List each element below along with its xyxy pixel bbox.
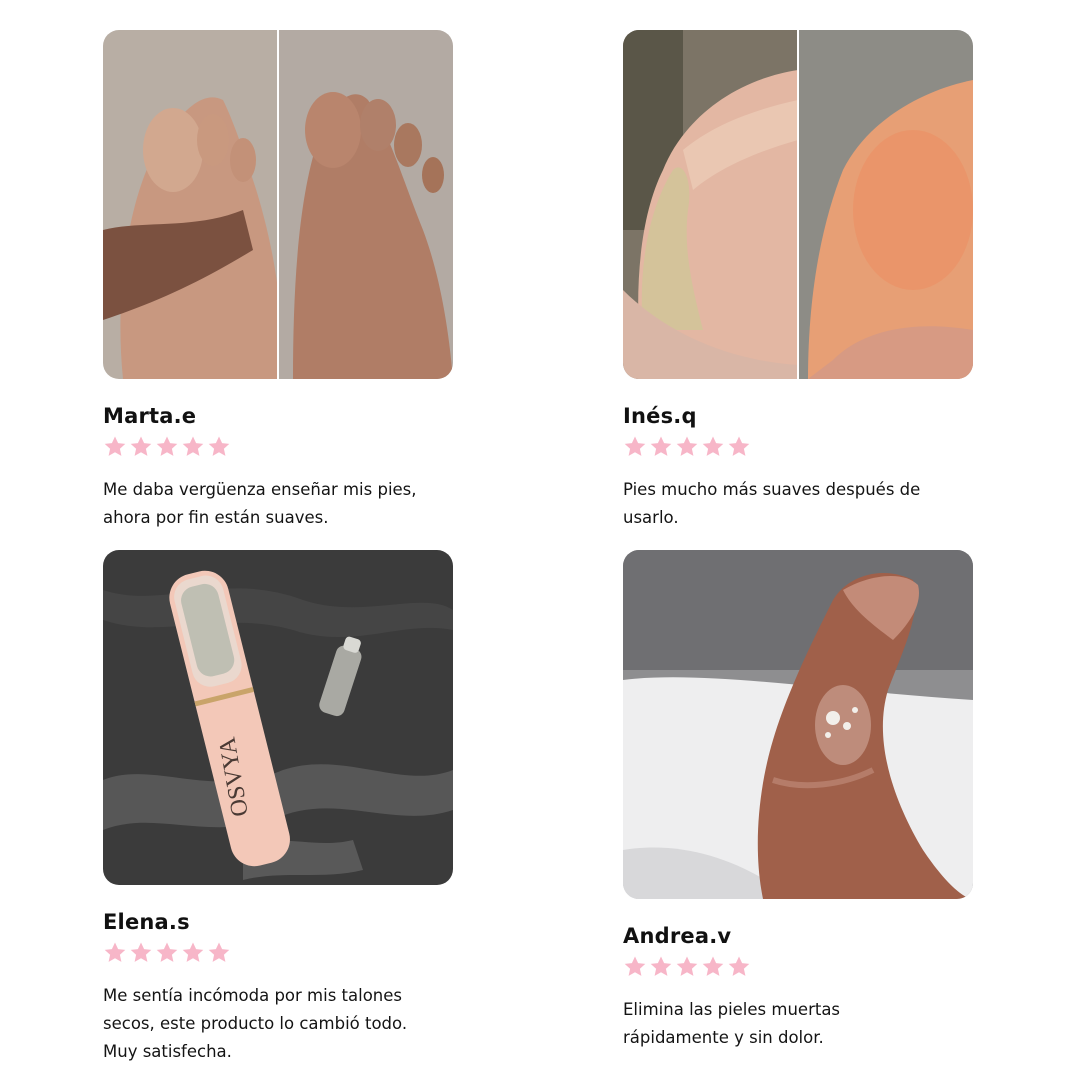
star-icon — [650, 956, 672, 976]
star-icon — [182, 942, 204, 962]
star-icon — [728, 436, 750, 456]
star-rating — [623, 435, 751, 459]
star-icon — [624, 956, 646, 976]
before-after-heel-photo — [623, 30, 973, 379]
reviewer-name: Andrea.v — [623, 924, 732, 948]
review-text: Me sentía incómoda por mis talones secos… — [103, 986, 408, 1061]
review-card: Andrea.v Elimina las pieles muertas rápi… — [623, 550, 973, 1070]
star-rating — [623, 955, 751, 979]
star-icon — [702, 436, 724, 456]
star-icon — [104, 942, 126, 962]
reviewer-name: Elena.s — [103, 910, 190, 934]
star-icon — [182, 436, 204, 456]
before-after-toes-photo — [103, 30, 453, 379]
star-icon — [728, 956, 750, 976]
star-icon — [676, 956, 698, 976]
star-icon — [156, 436, 178, 456]
review-text: Pies mucho más suaves después de usarlo. — [623, 480, 921, 527]
star-rating — [103, 941, 231, 965]
review-card: Inés.q Pies mucho más suaves después de … — [623, 30, 973, 550]
reviewer-name: Inés.q — [623, 404, 697, 428]
review-text: Elimina las pieles muertas rápidamente y… — [623, 1000, 841, 1047]
star-icon — [624, 436, 646, 456]
star-icon — [156, 942, 178, 962]
review-card: OSVYA Elena.s Me sentía incómoda por mis… — [103, 550, 453, 1070]
star-icon — [208, 942, 230, 962]
star-icon — [650, 436, 672, 456]
review-card: Marta.e Me daba vergüenza enseñar mis pi… — [103, 30, 453, 550]
star-icon — [208, 436, 230, 456]
star-icon — [702, 956, 724, 976]
star-icon — [130, 942, 152, 962]
foot-dead-skin-photo — [623, 550, 973, 899]
star-rating — [103, 435, 231, 459]
review-text: Me daba vergüenza enseñar mis pies, ahor… — [103, 480, 417, 527]
reviewer-name: Marta.e — [103, 404, 197, 428]
star-icon — [676, 436, 698, 456]
foot-file-device-photo: OSVYA — [103, 550, 453, 885]
star-icon — [104, 436, 126, 456]
star-icon — [130, 436, 152, 456]
